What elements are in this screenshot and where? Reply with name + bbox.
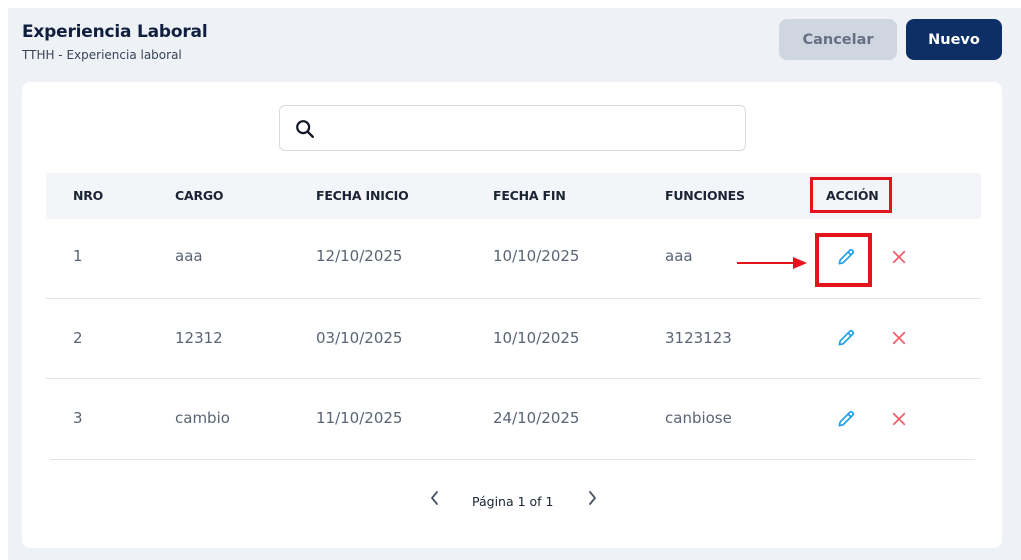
cell-nro: 2 [73, 329, 83, 347]
cell-fecha-fin: 10/10/2025 [493, 329, 580, 347]
cell-cargo: cambio [175, 409, 230, 427]
page-title: Experiencia Laboral [22, 22, 208, 42]
delete-button[interactable] [888, 408, 910, 430]
column-header-nro[interactable]: NRO [73, 188, 103, 203]
cell-nro: 3 [73, 409, 83, 427]
cell-fecha-fin: 10/10/2025 [493, 247, 580, 265]
cell-fecha-inicio: 12/10/2025 [316, 247, 403, 265]
cell-cargo: 12312 [175, 329, 223, 347]
annotation-highlight-box [815, 233, 872, 287]
cancel-button[interactable]: Cancelar [779, 19, 897, 60]
chevron-left-icon[interactable] [428, 490, 442, 506]
chevron-right-icon[interactable] [585, 490, 599, 506]
column-header-fecha-fin[interactable]: FECHA FIN [493, 188, 566, 203]
close-icon [892, 250, 906, 264]
annotation-arrow-icon [737, 257, 807, 269]
edit-button[interactable] [834, 407, 858, 431]
column-header-funciones[interactable]: FUNCIONES [665, 188, 745, 203]
cell-funciones: canbiose [665, 409, 732, 427]
search-icon [296, 120, 314, 138]
cell-funciones: 3123123 [665, 329, 732, 347]
row-divider [46, 378, 981, 379]
search-box[interactable] [279, 105, 746, 151]
close-icon [892, 331, 906, 345]
annotation-highlight-box [810, 177, 892, 213]
pagination-label: Página 1 of 1 [472, 494, 554, 509]
pencil-icon [838, 410, 855, 427]
search-input[interactable] [324, 114, 734, 144]
cell-nro: 1 [73, 247, 83, 265]
cell-fecha-inicio: 11/10/2025 [316, 409, 403, 427]
delete-button[interactable] [888, 327, 910, 349]
delete-button[interactable] [888, 246, 910, 268]
column-header-fecha-inicio[interactable]: FECHA INICIO [316, 188, 409, 203]
pencil-icon [838, 329, 855, 346]
close-icon [892, 412, 906, 426]
new-button[interactable]: Nuevo [906, 19, 1002, 60]
cell-cargo: aaa [175, 247, 203, 265]
column-header-cargo[interactable]: CARGO [175, 188, 224, 203]
row-divider [50, 459, 975, 460]
cell-fecha-inicio: 03/10/2025 [316, 329, 403, 347]
edit-button[interactable] [834, 326, 858, 350]
row-divider [46, 298, 981, 299]
cell-fecha-fin: 24/10/2025 [493, 409, 580, 427]
cell-funciones: aaa [665, 247, 693, 265]
content-card [22, 82, 1002, 548]
breadcrumb: TTHH - Experiencia laboral [22, 48, 182, 62]
